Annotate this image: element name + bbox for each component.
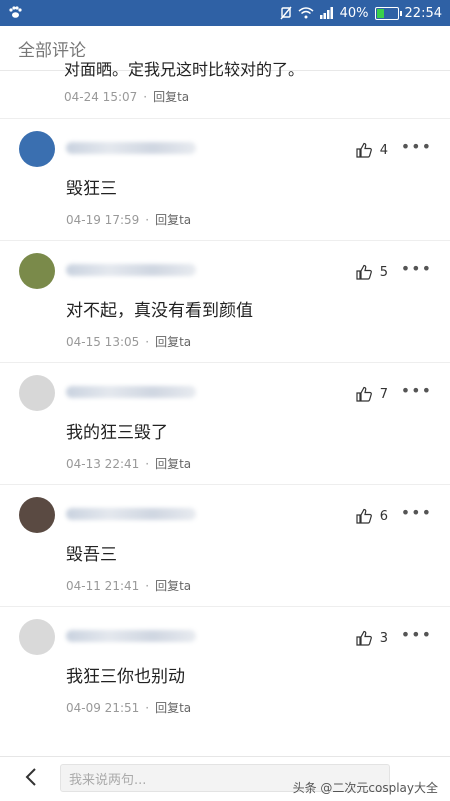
comment-input-placeholder: 我来说两句... <box>69 772 147 788</box>
comment-meta: 04-11 21:41 · 回复ta <box>66 577 192 594</box>
username-blurred[interactable] <box>66 508 196 520</box>
back-arrow-icon[interactable] <box>22 767 42 787</box>
comment-meta: 04-19 17:59 · 回复ta <box>66 211 192 228</box>
comment-text: 对面晒。定我兄这时比较对的了。 <box>64 60 305 79</box>
status-bar: 40% 22:54 <box>0 0 450 26</box>
clock: 22:54 <box>404 5 442 21</box>
comment-meta: 04-24 15:07 · 回复ta <box>64 88 190 105</box>
thumbs-up-icon <box>356 386 372 402</box>
comment-timestamp: 04-24 15:07 <box>64 89 138 104</box>
more-options-icon[interactable]: ••• <box>401 627 432 643</box>
comment-item: 7 ••• 我的狂三毁了 04-13 22:41 · 回复ta <box>0 362 450 484</box>
username-blurred[interactable] <box>66 386 196 398</box>
more-options-icon[interactable]: ••• <box>401 505 432 521</box>
thumbs-up-icon <box>356 630 372 646</box>
comment-text: 我的狂三毁了 <box>66 423 168 443</box>
reply-button[interactable]: 回复ta <box>153 88 189 105</box>
like-button[interactable]: 5 <box>356 264 388 280</box>
like-button[interactable]: 4 <box>356 142 388 158</box>
comment-text: 毁狂三 <box>66 179 117 199</box>
bottom-bar: 我来说两句... 头条 @二次元cosplay大全 <box>0 756 450 801</box>
reply-button[interactable]: 回复ta <box>155 455 191 472</box>
comment-timestamp: 04-13 22:41 <box>66 456 140 471</box>
thumbs-up-icon <box>356 264 372 280</box>
comment-text: 对不起，真没有看到颜值 <box>66 301 253 321</box>
comment-text: 毁吾三 <box>66 545 117 565</box>
thumbs-up-icon <box>356 508 372 524</box>
like-count: 3 <box>379 630 388 646</box>
more-options-icon[interactable]: ••• <box>401 261 432 277</box>
mute-icon <box>280 6 292 20</box>
battery-percent: 40% <box>339 5 369 21</box>
reply-button[interactable]: 回复ta <box>155 699 191 716</box>
reply-button[interactable]: 回复ta <box>155 211 191 228</box>
username-blurred[interactable] <box>66 142 196 154</box>
comment-timestamp: 04-19 17:59 <box>66 212 140 227</box>
wifi-icon <box>298 7 314 19</box>
comment-list[interactable]: 对面晒。定我兄这时比较对的了。 04-24 15:07 · 回复ta 4 •••… <box>0 56 450 756</box>
thumbs-up-icon <box>356 142 372 158</box>
comment-timestamp: 04-15 13:05 <box>66 334 140 349</box>
avatar[interactable] <box>19 131 55 167</box>
like-button[interactable]: 6 <box>356 508 388 524</box>
comment-item: 6 ••• 毁吾三 04-11 21:41 · 回复ta <box>0 484 450 606</box>
like-button[interactable]: 7 <box>356 386 388 402</box>
more-options-icon[interactable]: ••• <box>401 383 432 399</box>
like-button[interactable]: 3 <box>356 630 388 646</box>
more-options-icon[interactable]: ••• <box>401 139 432 155</box>
reply-button[interactable]: 回复ta <box>155 577 191 594</box>
paw-icon <box>9 6 22 18</box>
username-blurred[interactable] <box>66 264 196 276</box>
partial-comment: 对面晒。定我兄这时比较对的了。 04-24 15:07 · 回复ta <box>0 56 450 118</box>
avatar[interactable] <box>19 253 55 289</box>
comment-text: 我狂三你也别动 <box>66 667 185 687</box>
comment-item: 3 ••• 我狂三你也别动 04-09 21:51 · 回复ta <box>0 606 450 728</box>
comment-item: 4 ••• 毁狂三 04-19 17:59 · 回复ta <box>0 118 450 240</box>
like-count: 5 <box>379 264 388 280</box>
avatar[interactable] <box>19 619 55 655</box>
like-count: 7 <box>379 386 388 402</box>
avatar[interactable] <box>19 375 55 411</box>
comment-meta: 04-15 13:05 · 回复ta <box>66 333 192 350</box>
battery-icon <box>374 6 402 20</box>
reply-button[interactable]: 回复ta <box>155 333 191 350</box>
comment-item: 5 ••• 对不起，真没有看到颜值 04-15 13:05 · 回复ta <box>0 240 450 362</box>
like-count: 6 <box>379 508 388 524</box>
username-blurred[interactable] <box>66 630 196 642</box>
like-count: 4 <box>379 142 388 158</box>
comment-meta: 04-09 21:51 · 回复ta <box>66 699 192 716</box>
watermark: 头条 @二次元cosplay大全 <box>292 781 438 795</box>
signal-icon <box>319 7 333 19</box>
comment-timestamp: 04-11 21:41 <box>66 578 140 593</box>
avatar[interactable] <box>19 497 55 533</box>
comment-meta: 04-13 22:41 · 回复ta <box>66 455 192 472</box>
comment-timestamp: 04-09 21:51 <box>66 700 140 715</box>
